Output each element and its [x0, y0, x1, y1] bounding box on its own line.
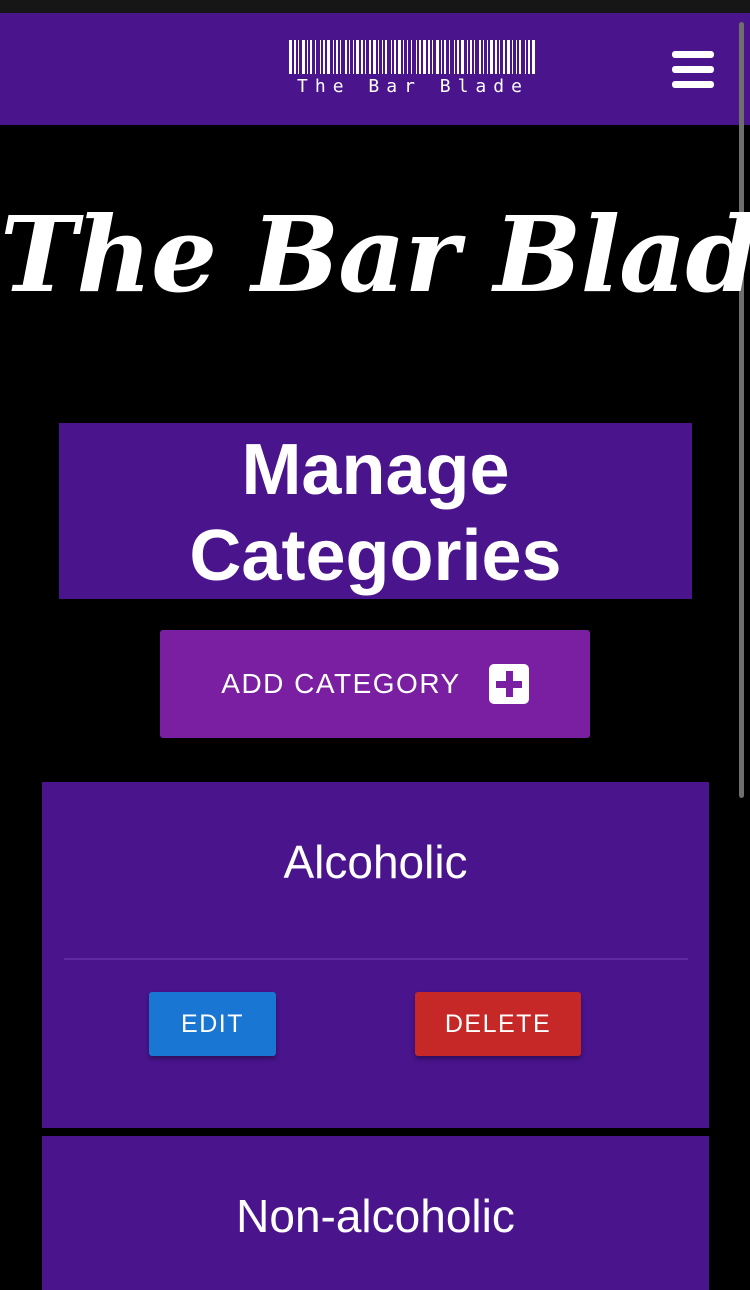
- barcode-icon: [289, 40, 535, 74]
- add-category-button[interactable]: ADD CATEGORY: [160, 630, 590, 738]
- plus-box-icon: [488, 664, 529, 704]
- page: The Bar Blade The Bar Blade Manage Categ…: [0, 0, 750, 1290]
- page-heading-line1: Manage: [241, 430, 510, 510]
- site-title: The Bar Blade: [0, 193, 750, 316]
- delete-button[interactable]: DELETE: [415, 992, 581, 1056]
- category-card: Alcoholic EDIT DELETE: [42, 782, 709, 1128]
- add-category-label: ADD CATEGORY: [221, 668, 461, 699]
- category-card: Non-alcoholic: [42, 1136, 709, 1290]
- card-divider: [64, 958, 688, 960]
- category-name: Alcoholic: [283, 836, 468, 888]
- navbar: The Bar Blade: [0, 13, 750, 125]
- category-name: Non-alcoholic: [236, 1190, 515, 1242]
- brand-logo-text: The Bar Blade: [297, 76, 529, 97]
- status-bar: [0, 0, 750, 13]
- page-heading-line2: Categories: [189, 516, 562, 596]
- scrollbar-thumb[interactable]: [739, 22, 744, 798]
- hamburger-menu-icon[interactable]: [668, 48, 718, 92]
- page-heading: Manage Categories: [59, 423, 692, 599]
- edit-button[interactable]: EDIT: [149, 992, 276, 1056]
- brand-logo[interactable]: The Bar Blade: [287, 40, 539, 100]
